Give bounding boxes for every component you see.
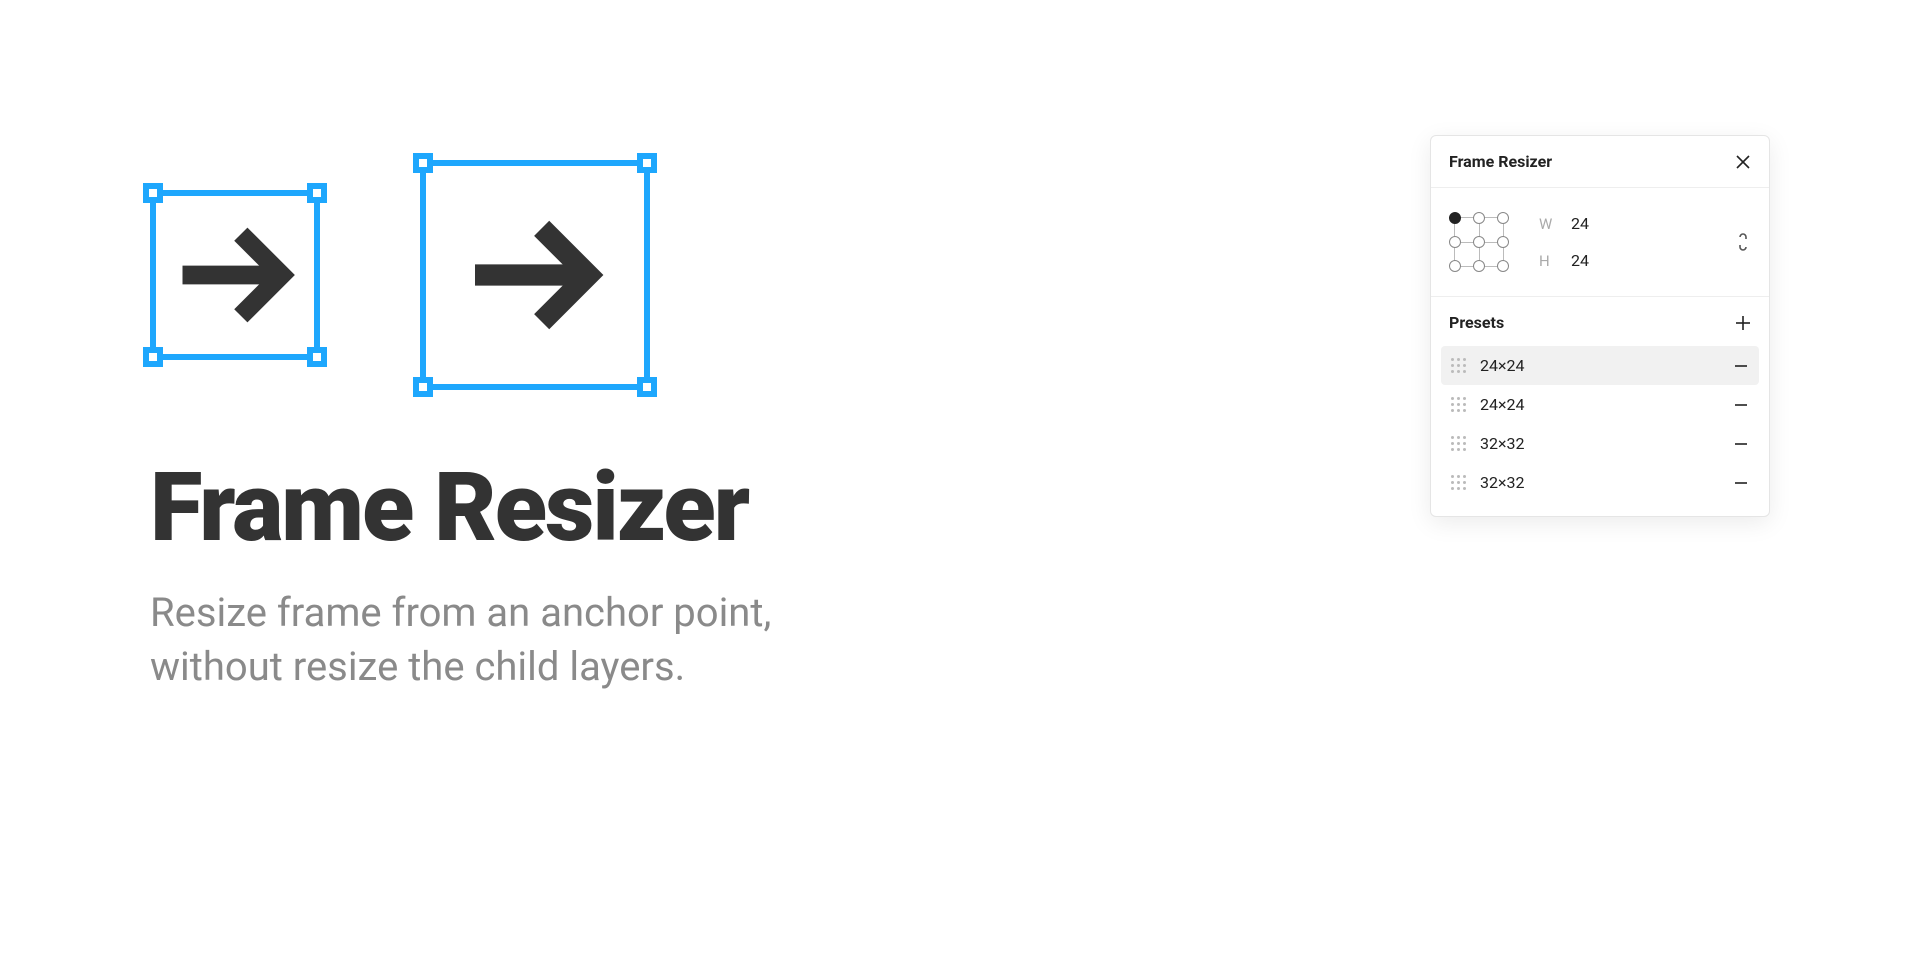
anchor-point-middle-center[interactable] xyxy=(1473,236,1485,248)
dimension-fields: W 24 H 24 xyxy=(1539,214,1715,270)
remove-preset-button[interactable] xyxy=(1733,475,1749,491)
remove-preset-button[interactable] xyxy=(1733,397,1749,413)
resize-handle-top-left xyxy=(413,153,433,173)
height-field[interactable]: H 24 xyxy=(1539,251,1715,270)
resize-handle-bottom-right xyxy=(637,377,657,397)
selected-frame-large xyxy=(420,160,650,390)
anchor-point-bottom-center[interactable] xyxy=(1473,260,1485,272)
hero-title: Frame Resizer xyxy=(150,460,970,556)
presets-header: Presets xyxy=(1431,297,1769,342)
arrow-right-icon xyxy=(165,205,305,345)
width-field[interactable]: W 24 xyxy=(1539,214,1715,233)
plus-icon xyxy=(1735,315,1751,331)
minus-icon xyxy=(1733,436,1749,452)
preset-label: 32×32 xyxy=(1480,434,1525,453)
width-value: 24 xyxy=(1571,214,1589,233)
preset-label: 24×24 xyxy=(1480,356,1525,375)
selected-frame-small xyxy=(150,190,320,360)
drag-handle-icon[interactable] xyxy=(1451,397,1466,412)
anchor-point-middle-right[interactable] xyxy=(1497,236,1509,248)
preset-item[interactable]: 32×32 xyxy=(1441,424,1759,463)
presets-title: Presets xyxy=(1449,313,1504,332)
resize-handle-top-right xyxy=(637,153,657,173)
minus-icon xyxy=(1733,475,1749,491)
close-icon xyxy=(1735,154,1751,170)
resize-handle-bottom-right xyxy=(307,347,327,367)
close-button[interactable] xyxy=(1735,154,1751,170)
anchor-point-middle-left[interactable] xyxy=(1449,236,1461,248)
anchor-grid[interactable] xyxy=(1449,212,1509,272)
height-label: H xyxy=(1539,252,1557,270)
resize-handle-bottom-left xyxy=(413,377,433,397)
preset-item[interactable]: 24×24 xyxy=(1441,346,1759,385)
link-aspect-toggle[interactable] xyxy=(1735,231,1751,253)
preset-item[interactable]: 32×32 xyxy=(1441,463,1759,502)
panel-header: Frame Resizer xyxy=(1431,136,1769,188)
add-preset-button[interactable] xyxy=(1735,315,1751,331)
plugin-panel: Frame Resizer xyxy=(1430,135,1770,517)
resize-handle-top-right xyxy=(307,183,327,203)
frame-illustration xyxy=(150,160,970,390)
preset-label: 32×32 xyxy=(1480,473,1525,492)
height-value: 24 xyxy=(1571,251,1589,270)
hero: Frame Resizer Resize frame from an ancho… xyxy=(150,160,970,694)
drag-handle-icon[interactable] xyxy=(1451,358,1466,373)
preset-list: 24×24 24×24 32×32 xyxy=(1431,342,1769,516)
drag-handle-icon[interactable] xyxy=(1451,436,1466,451)
remove-preset-button[interactable] xyxy=(1733,358,1749,374)
anchor-point-top-center[interactable] xyxy=(1473,212,1485,224)
anchor-point-bottom-right[interactable] xyxy=(1497,260,1509,272)
width-label: W xyxy=(1539,215,1557,233)
hero-subtitle: Resize frame from an anchor point, witho… xyxy=(150,586,910,694)
drag-handle-icon[interactable] xyxy=(1451,475,1466,490)
preset-item[interactable]: 24×24 xyxy=(1441,385,1759,424)
resize-handle-top-left xyxy=(143,183,163,203)
anchor-point-bottom-left[interactable] xyxy=(1449,260,1461,272)
panel-title: Frame Resizer xyxy=(1449,152,1552,171)
unlink-icon xyxy=(1735,231,1751,253)
remove-preset-button[interactable] xyxy=(1733,436,1749,452)
anchor-point-top-right[interactable] xyxy=(1497,212,1509,224)
arrow-right-icon xyxy=(455,195,615,355)
anchor-point-top-left[interactable] xyxy=(1449,212,1461,224)
minus-icon xyxy=(1733,397,1749,413)
panel-controls: W 24 H 24 xyxy=(1431,188,1769,297)
resize-handle-bottom-left xyxy=(143,347,163,367)
preset-label: 24×24 xyxy=(1480,395,1525,414)
minus-icon xyxy=(1733,358,1749,374)
